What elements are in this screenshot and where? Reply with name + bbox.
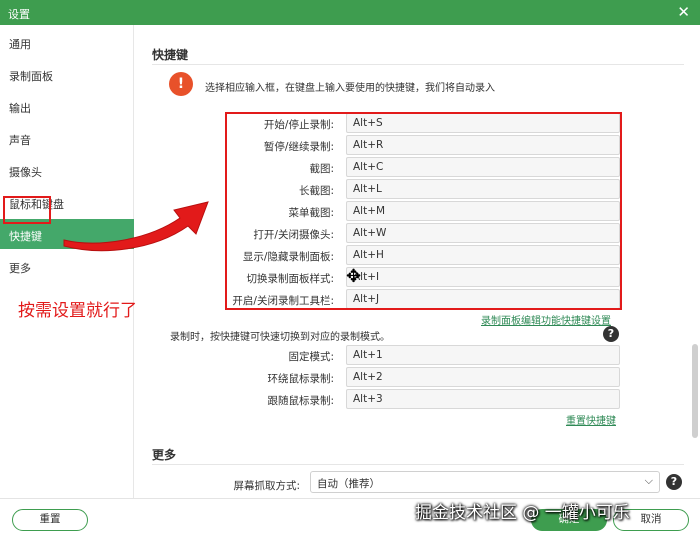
watermark-text: 掘金技术社区 @ 一罐小可乐 (415, 503, 630, 523)
mode-description: 录制时，按快捷键可快速切换到对应的录制模式。 (170, 332, 390, 343)
mode-label-around-mouse: 环绕鼠标录制: (267, 373, 334, 385)
sidebar-item-sound[interactable]: 声音 (0, 123, 134, 153)
scrollbar-thumb[interactable] (692, 344, 698, 438)
reset-shortcuts-link[interactable]: 重置快捷键 (566, 412, 616, 427)
annotation-text: 按需设置就行了 (18, 301, 137, 321)
help-icon[interactable]: ? (603, 326, 619, 342)
reset-button[interactable]: 重置 (12, 509, 88, 531)
move-cursor-icon: ✥ (346, 266, 362, 287)
sidebar: 通用 录制面板 输出 声音 摄像头 鼠标和键盘 快捷键 更多 (0, 25, 134, 498)
capture-method-label: 屏幕抓取方式: (233, 480, 300, 492)
sidebar-item-general[interactable]: 通用 (0, 27, 134, 57)
section-title-shortcuts: 快捷键 (152, 48, 189, 62)
capture-method-value: 自动（推荐） (317, 478, 380, 490)
mode-label-fixed: 固定模式: (288, 351, 334, 363)
panel-shortcut-settings-link[interactable]: 录制面板编辑功能快捷键设置 (481, 312, 611, 327)
mode-input-around-mouse[interactable]: Alt+2 (346, 367, 620, 387)
mode-input-follow-mouse[interactable]: Alt+3 (346, 389, 620, 409)
mode-input-fixed[interactable]: Alt+1 (346, 345, 620, 365)
sidebar-item-record-panel[interactable]: 录制面板 (0, 59, 134, 89)
chevron-down-icon: ⌵ (644, 474, 653, 487)
mode-label-follow-mouse: 跟随鼠标录制: (267, 395, 334, 407)
sidebar-item-camera[interactable]: 摄像头 (0, 155, 134, 185)
highlight-box-shortcuts-list (225, 112, 622, 310)
info-text: 选择相应输入框，在键盘上输入要使用的快捷键，我们将自动录入 (205, 83, 495, 94)
section-title-more: 更多 (152, 448, 177, 462)
capture-method-select[interactable]: 自动（推荐） ⌵ (310, 471, 660, 493)
section-divider-more (152, 464, 684, 465)
help-icon-capture[interactable]: ? (666, 474, 682, 490)
section-divider (152, 64, 684, 65)
highlight-box-shortcuts (3, 196, 51, 224)
warning-icon: ! (169, 72, 193, 96)
title-bar: 设置 ✕ (0, 0, 700, 25)
sidebar-item-output[interactable]: 输出 (0, 91, 134, 121)
close-icon[interactable]: ✕ (677, 3, 690, 21)
window-title: 设置 (8, 8, 30, 21)
